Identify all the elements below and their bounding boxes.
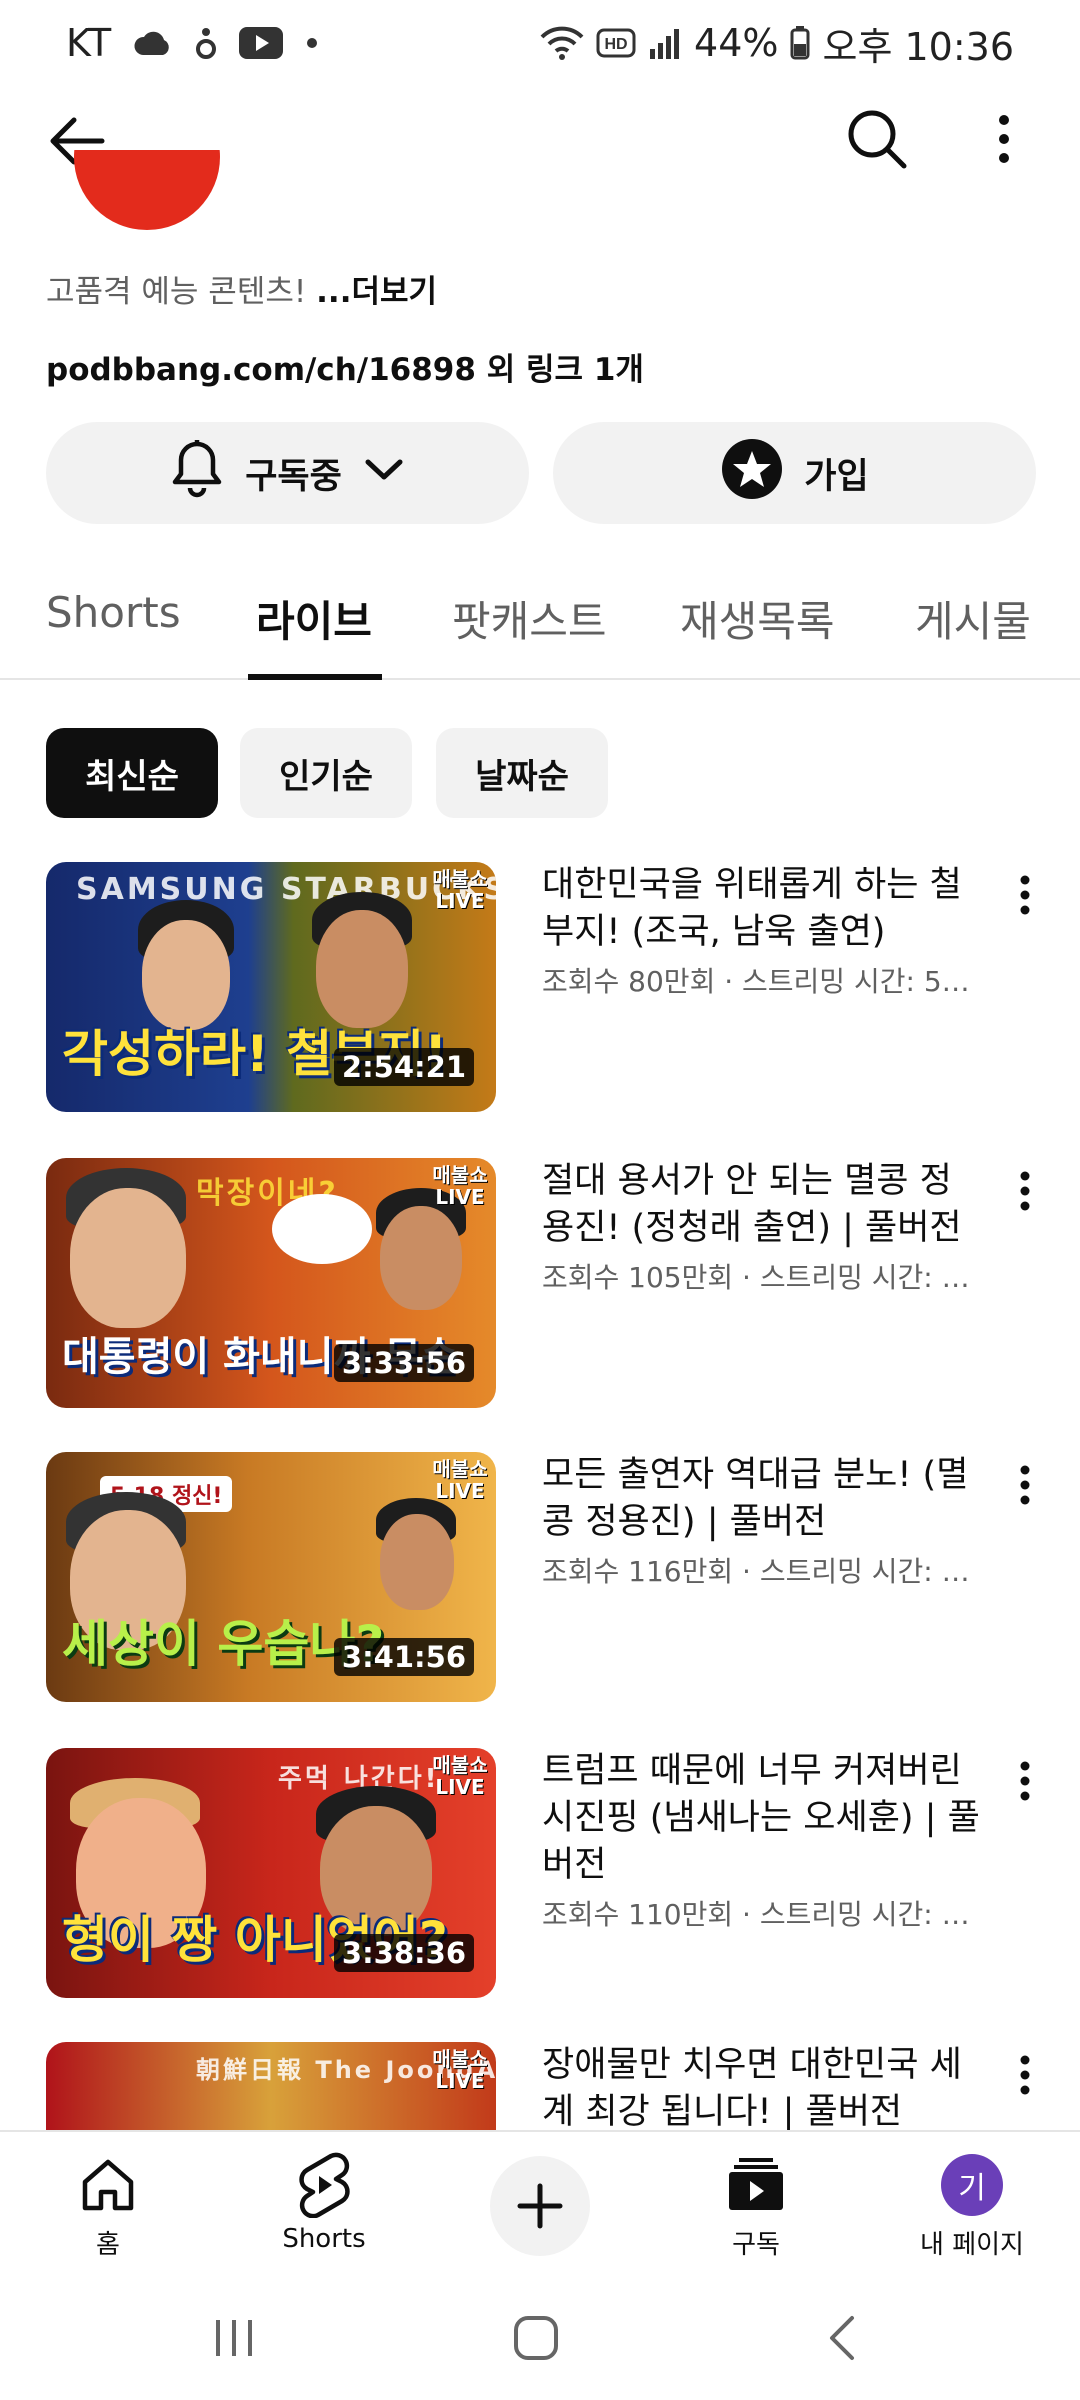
- shorts-icon: [244, 2150, 404, 2220]
- video-title[interactable]: 장애물만 치우면 대한민국 세계 최강 됩니다! | 풀버전: [542, 2042, 982, 2130]
- chip-latest[interactable]: 최신순: [46, 728, 218, 818]
- chip-oldest[interactable]: 날짜순: [436, 728, 608, 818]
- video-title[interactable]: 모든 출연자 역대급 분노! (멸콩 정용진) | 풀버전: [542, 1452, 982, 1546]
- nav-shorts-label: Shorts: [282, 2224, 366, 2254]
- back-system-icon[interactable]: [812, 2312, 872, 2364]
- bell-icon: [169, 438, 225, 509]
- nav-subscriptions[interactable]: 구독: [676, 2150, 836, 2261]
- tab-live[interactable]: 라이브: [256, 588, 372, 649]
- chip-popular[interactable]: 인기순: [240, 728, 412, 818]
- live-badge: 매불쇼 LIVE: [432, 1163, 488, 1209]
- video-item[interactable]: SAMSUNG STARBUCKS 각성하라! 철부지! 매불쇼 LIVE 2:…: [46, 862, 1046, 1112]
- video-info: 대한민국을 위태롭게 하는 철부지! (조국, 남욱 출연) 조회수 80만회 …: [542, 862, 982, 1000]
- video-meta: 조회수 80만회 · 스트리밍 시간: 5시간 전: [542, 965, 982, 998]
- accessibility-icon: [195, 26, 217, 60]
- live-badge: 매불쇼 LIVE: [432, 1753, 488, 1799]
- video-info: 장애물만 치우면 대한민국 세계 최강 됩니다! | 풀버전: [542, 2042, 982, 2130]
- plus-icon: [517, 2183, 563, 2229]
- nav-shorts[interactable]: Shorts: [244, 2150, 404, 2254]
- nav-me-label: 내 페이지: [920, 2230, 1024, 2260]
- dot-icon: [305, 36, 319, 50]
- battery-icon: [790, 26, 810, 60]
- speech-bubble: [272, 1194, 372, 1264]
- channel-tabs: Shorts 라이브 팟캐스트 재생목록 게시물: [0, 560, 1080, 680]
- video-thumbnail[interactable]: 5.18 정신! 세상이 우습나? 매불쇼 LIVE 3:41:56: [46, 1452, 496, 1702]
- video-more-icon[interactable]: [1010, 2050, 1040, 2100]
- channel-links[interactable]: podbbang.com/ch/16898 외 링크 1개: [46, 344, 644, 389]
- video-title[interactable]: 대한민국을 위태롭게 하는 철부지! (조국, 남욱 출연): [542, 862, 982, 956]
- nav-home-label: 홈: [96, 2230, 120, 2260]
- carrier-label: KT: [66, 21, 112, 65]
- video-thumbnail[interactable]: 막장이네? 대통령이 화내니까 무슨 매불쇼 LIVE 3:33:56: [46, 1158, 496, 1408]
- battery-percent: 44%: [694, 21, 779, 65]
- svg-text:HD: HD: [604, 36, 627, 53]
- tab-playlists[interactable]: 재생목록: [680, 588, 835, 649]
- more-link[interactable]: ...더보기: [316, 274, 437, 310]
- join-button[interactable]: 가입: [553, 422, 1036, 524]
- system-navigation-bar: [0, 2272, 1080, 2400]
- subscribed-label: 구독중: [245, 456, 342, 497]
- nav-me[interactable]: 기 내 페이지: [892, 2150, 1052, 2261]
- search-icon[interactable]: [844, 106, 910, 172]
- video-more-icon[interactable]: [1010, 1166, 1040, 1216]
- video-meta: 조회수 116만회 · 스트리밍 시간: 2일 전: [542, 1555, 982, 1588]
- description-text: 고품격 예능 콘텐츠!: [46, 274, 317, 310]
- video-item[interactable]: 5.18 정신! 세상이 우습나? 매불쇼 LIVE 3:41:56 모든 출연…: [46, 1452, 1046, 1702]
- video-duration: 3:38:36: [333, 1934, 474, 1972]
- live-badge: 매불쇼 LIVE: [432, 2047, 488, 2093]
- video-item[interactable]: 주먹 나간다! 형이 짱 아니었어? 매불쇼 LIVE 3:38:36 트럼프 …: [46, 1748, 1046, 1998]
- channel-description[interactable]: 고품격 예능 콘텐츠! ...더보기: [46, 266, 437, 311]
- recent-apps-icon[interactable]: [204, 2312, 264, 2364]
- video-info: 트럼프 때문에 너무 커져버린 시진핑 (냄새나는 오세훈) | 풀버전 조회수…: [542, 1748, 982, 1933]
- live-badge: 매불쇼 LIVE: [432, 1457, 488, 1503]
- more-options-icon[interactable]: [984, 106, 1024, 172]
- tab-podcasts[interactable]: 팟캐스트: [452, 588, 607, 649]
- video-item[interactable]: 막장이네? 대통령이 화내니까 무슨 매불쇼 LIVE 3:33:56 절대 용…: [46, 1158, 1046, 1408]
- bottom-navigation: 홈 Shorts 구독 기 내 페이지: [0, 2130, 1080, 2272]
- tab-posts[interactable]: 게시물: [915, 588, 1031, 649]
- subscribed-button[interactable]: 구독중: [46, 422, 529, 524]
- tab-shorts[interactable]: Shorts: [46, 588, 181, 637]
- video-meta: 조회수 110만회 · 스트리밍 시간: 5일 전: [542, 1898, 982, 1931]
- video-more-icon[interactable]: [1010, 1756, 1040, 1806]
- video-thumbnail[interactable]: SAMSUNG STARBUCKS 각성하라! 철부지! 매불쇼 LIVE 2:…: [46, 862, 496, 1112]
- youtube-notification-icon: [239, 27, 284, 59]
- nav-home[interactable]: 홈: [28, 2150, 188, 2261]
- home-system-icon[interactable]: [506, 2312, 566, 2364]
- active-tab-indicator: [248, 674, 382, 680]
- video-duration: 3:33:56: [333, 1344, 474, 1382]
- cloud-icon: [133, 29, 173, 57]
- hd-icon: HD: [596, 28, 636, 58]
- subscriptions-icon: [676, 2150, 836, 2220]
- live-badge: 매불쇼 LIVE: [432, 867, 488, 913]
- video-more-icon[interactable]: [1010, 870, 1040, 920]
- user-avatar: 기: [941, 2154, 1003, 2216]
- signal-icon: [648, 27, 682, 59]
- status-bar: KT HD 44% 오후 10:36: [0, 0, 1080, 86]
- chevron-down-icon: [362, 453, 406, 493]
- video-duration: 3:41:56: [333, 1638, 474, 1676]
- channel-avatar[interactable]: [74, 150, 220, 230]
- video-meta: 조회수 105만회 · 스트리밍 시간: 1일 전: [542, 1261, 982, 1294]
- video-thumbnail[interactable]: 朝鮮日報 The JoongAng 매불쇼 LIVE: [46, 2042, 496, 2130]
- video-title[interactable]: 트럼프 때문에 너무 커져버린 시진핑 (냄새나는 오세훈) | 풀버전: [542, 1748, 982, 1889]
- video-duration: 2:54:21: [333, 1048, 474, 1086]
- video-info: 절대 용서가 안 되는 멸콩 정용진! (정청래 출연) | 풀버전 조회수 1…: [542, 1158, 982, 1296]
- video-thumbnail[interactable]: 주먹 나간다! 형이 짱 아니었어? 매불쇼 LIVE 3:38:36: [46, 1748, 496, 1998]
- wifi-icon: [540, 25, 584, 61]
- clock: 오후 10:36: [822, 24, 1014, 69]
- star-badge-icon: [720, 437, 784, 510]
- nav-subscriptions-label: 구독: [732, 2230, 780, 2260]
- home-icon: [28, 2150, 188, 2220]
- video-title[interactable]: 절대 용서가 안 되는 멸콩 정용진! (정청래 출연) | 풀버전: [542, 1158, 982, 1252]
- create-button[interactable]: [490, 2156, 590, 2256]
- video-item[interactable]: 朝鮮日報 The JoongAng 매불쇼 LIVE 장애물만 치우면 대한민국…: [46, 2042, 1046, 2130]
- action-buttons: 구독중 가입: [46, 422, 1036, 524]
- video-info: 모든 출연자 역대급 분노! (멸콩 정용진) | 풀버전 조회수 116만회 …: [542, 1452, 982, 1590]
- join-label: 가입: [804, 456, 869, 497]
- video-more-icon[interactable]: [1010, 1460, 1040, 1510]
